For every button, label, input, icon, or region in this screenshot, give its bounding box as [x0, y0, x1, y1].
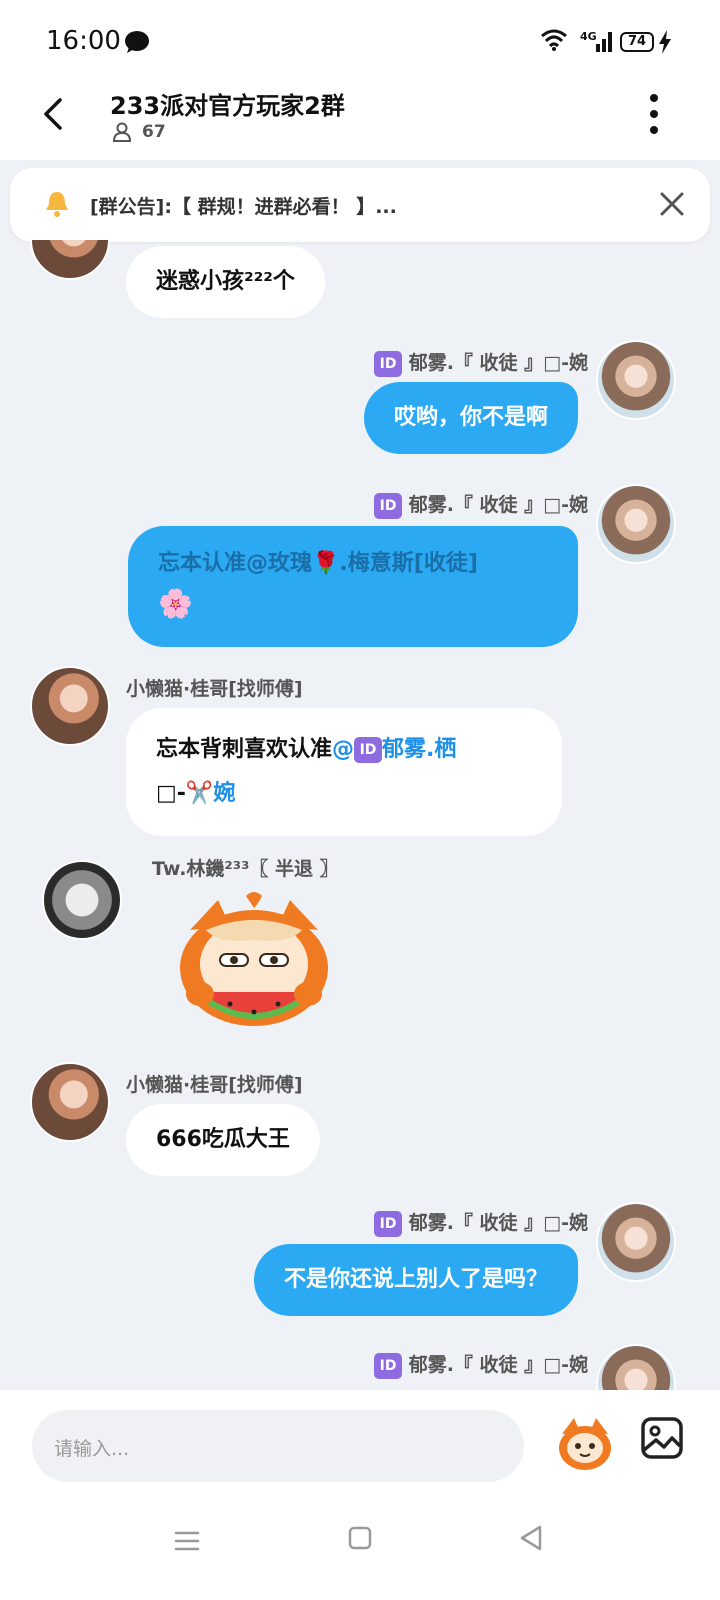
sender-name: ID 郁雾.『 收徒 』□-婉 — [374, 490, 588, 519]
group-title: 233派对官方玩家2群 — [110, 92, 345, 120]
member-icon — [112, 122, 132, 142]
message-input[interactable]: 请输入... — [32, 1410, 524, 1482]
message-text: □- — [156, 781, 186, 806]
avatar[interactable] — [30, 240, 110, 280]
notice-text: [群公告]:【 群规！进群必看！ 】... — [90, 196, 397, 218]
bell-icon — [46, 192, 68, 217]
message-bubble-icon — [125, 31, 149, 53]
back-arrow-icon[interactable] — [36, 94, 72, 134]
cherry-blossom-icon: 🌸 — [158, 587, 193, 620]
sender-name-text: 郁雾.『 收徒 』□-婉 — [408, 352, 588, 374]
avatar[interactable] — [30, 666, 110, 746]
sender-name: 小懒猫·桂哥[找师傅] — [126, 1074, 303, 1096]
avatar[interactable] — [42, 860, 122, 940]
rose-icon: 🌹 — [312, 551, 340, 576]
sender-name: ID 郁雾.『 收徒 』□-婉 — [374, 1208, 588, 1237]
message-text: 忘本背刺喜欢认准 — [156, 737, 333, 762]
message-bubble[interactable]: 哎哟，你不是啊 — [363, 382, 578, 454]
input-bar: 请输入... — [0, 1390, 720, 1600]
nav-menu-icon[interactable] — [174, 1530, 200, 1552]
message-text: 迷惑小孩²²²个 — [156, 269, 295, 294]
sticker-button-icon[interactable] — [554, 1412, 616, 1474]
message-bubble[interactable]: 忘本背刺喜欢认准@ ID 郁雾.栖 □-✂️婉 — [126, 708, 562, 836]
message-text: 不是你还说上别人了是吗？ — [283, 1267, 548, 1292]
id-badge-icon: ID — [374, 492, 403, 519]
avatar[interactable] — [596, 1202, 676, 1282]
id-badge-icon: ID — [374, 1352, 403, 1379]
input-placeholder: 请输入... — [54, 1438, 130, 1460]
group-notice-banner[interactable]: [群公告]:【 群规！进群必看！ 】... — [10, 168, 710, 242]
sender-name: ID 郁雾.『 收徒 』□-婉 — [374, 1350, 588, 1379]
mention-text: @ — [332, 737, 355, 762]
status-time: 16:00 — [46, 26, 121, 56]
message-text: 666吃瓜大王 — [156, 1127, 290, 1152]
message-text: 忘本认准@玫瑰 — [158, 551, 313, 576]
close-icon[interactable] — [656, 188, 688, 220]
signal-icon — [596, 32, 612, 52]
more-options-icon[interactable] — [646, 92, 662, 136]
id-badge-icon: ID — [354, 737, 383, 763]
sender-name-text: 郁雾.『 收徒 』□-婉 — [408, 494, 588, 516]
nav-back-icon[interactable] — [518, 1524, 544, 1552]
message-text: 哎哟，你不是啊 — [393, 405, 548, 430]
sender-name-text: 郁雾.『 收徒 』□-婉 — [408, 1354, 588, 1376]
sender-name: Tw.林鐖²³³〖 半退 〗 — [152, 858, 339, 880]
watermelon-sticker[interactable] — [170, 890, 338, 1038]
avatar[interactable] — [596, 340, 676, 420]
image-picker-icon[interactable] — [640, 1416, 684, 1460]
scissors-icon: ✂️ — [185, 781, 214, 806]
id-badge-icon: ID — [374, 350, 403, 377]
message-list[interactable]: 迷惑小孩²²²个 ID 郁雾.『 收徒 』□-婉 哎哟，你不是啊 ID 郁雾.『… — [0, 240, 720, 1390]
sender-name-text: 郁雾.『 收徒 』□-婉 — [408, 1212, 588, 1234]
mention-text: 郁雾.栖 — [382, 737, 457, 762]
charging-icon — [659, 30, 671, 54]
wifi-icon — [541, 29, 567, 51]
member-count: 67 — [142, 122, 166, 142]
avatar[interactable] — [596, 1344, 676, 1390]
id-badge-icon: ID — [374, 1210, 403, 1237]
status-bar: 16:00 4G 74 — [0, 0, 720, 80]
chat-header: 233派对官方玩家2群 67 — [0, 80, 720, 160]
mention-text: 婉 — [213, 781, 236, 806]
message-bubble[interactable]: 忘本认准@玫瑰🌹.梅意斯[收徒] 🌸 — [128, 526, 578, 647]
battery-level: 74 — [627, 34, 647, 49]
avatar[interactable] — [596, 484, 676, 564]
nav-home-icon[interactable] — [348, 1526, 372, 1550]
message-bubble[interactable]: 666吃瓜大王 — [126, 1104, 320, 1176]
message-bubble[interactable]: 迷惑小孩²²²个 — [126, 246, 325, 318]
sender-name: 小懒猫·桂哥[找师傅] — [126, 678, 303, 700]
avatar[interactable] — [30, 1062, 110, 1142]
message-bubble[interactable]: 不是你还说上别人了是吗？ — [253, 1244, 578, 1316]
sender-name: ID 郁雾.『 收徒 』□-婉 — [374, 348, 588, 377]
message-text: .梅意斯[收徒] — [339, 551, 478, 576]
battery-icon: 74 — [620, 32, 654, 52]
